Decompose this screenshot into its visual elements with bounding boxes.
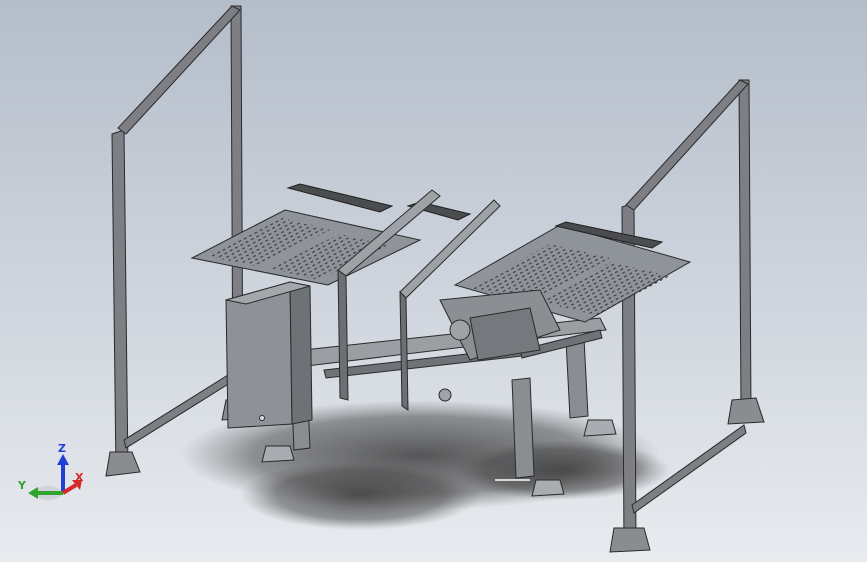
cad-viewport[interactable]: Z Y X: [0, 0, 867, 562]
electrical-cabinet[interactable]: [225, 281, 313, 429]
machine-model-scene[interactable]: Z Y X: [0, 0, 867, 562]
triad-axis-y-label: Y: [17, 479, 27, 492]
triad-axis-z-label: Z: [58, 442, 66, 455]
triad-axis-x-label: X: [75, 471, 84, 484]
